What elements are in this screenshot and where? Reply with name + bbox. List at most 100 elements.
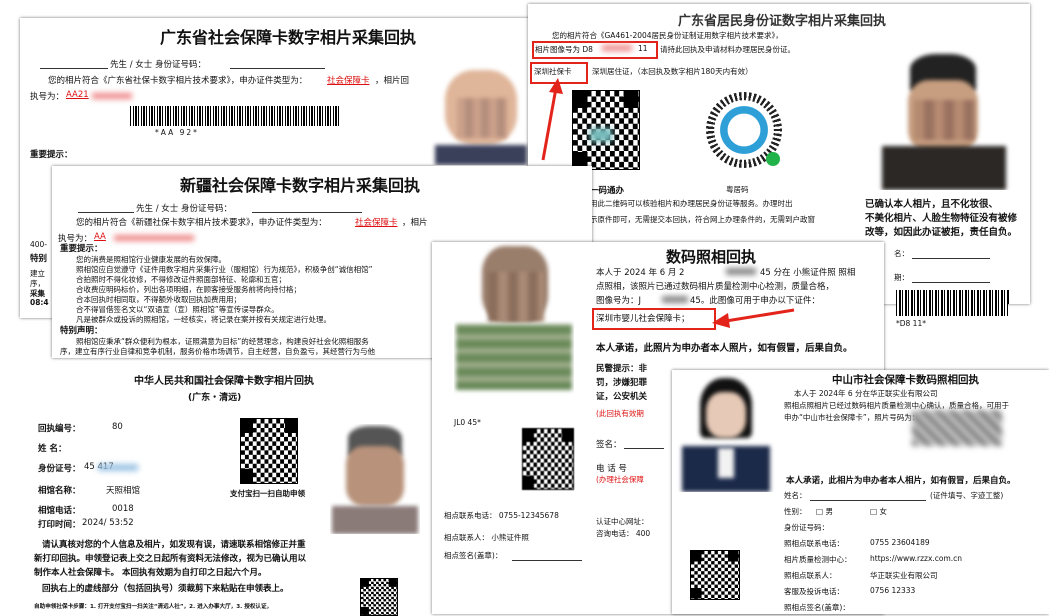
id-line xyxy=(252,212,362,213)
zs-row-label-0: 照相点联系电话： xyxy=(784,539,844,548)
qingyuan-notice2: 新打印回执。申领登记表上交之日起所有资料无法修改，视为已确认用以 xyxy=(34,554,307,564)
resident-social-card: 深圳社保卡 xyxy=(534,67,572,76)
xinjiang-card-type: 社会保障卡 xyxy=(355,218,398,228)
digital-p1b: 45 分在 小熊证件照 照相 xyxy=(760,268,856,278)
zhongshan-qr[interactable] xyxy=(690,550,740,600)
qingyuan-footer: 自助申领社保卡步骤：1. 打开支付宝扫一扫关注“清远人社”，2. 进入办事大厅，… xyxy=(34,604,273,610)
xinjiang-line2c: ，相片 xyxy=(402,218,428,228)
alipay-qr[interactable] xyxy=(240,418,298,484)
resident-title: 广东省居民身份证数字相片采集回执 xyxy=(678,14,887,29)
zs-row-value-0: 0755 23604189 xyxy=(870,538,930,547)
guangdong-line2c: ，相片回 xyxy=(375,76,410,86)
id-line xyxy=(230,68,325,69)
zs-row-label-2: 照相点联系人： xyxy=(784,571,837,580)
field-value-4: 0018 xyxy=(112,504,134,514)
redacted xyxy=(114,235,194,241)
yue-ju-mini-program-code[interactable] xyxy=(706,92,782,168)
digital-qr[interactable] xyxy=(522,428,574,490)
qingyuan-bottom-qr[interactable] xyxy=(360,578,398,616)
qingyuan-notice1: 请认真核对您的个人信息及相片，如发现有误，请速联系相馆修正并重 xyxy=(42,540,306,550)
resident-line1: 您的相片符合《GA461-2004居民身份证制证用数字相片技术要求》， xyxy=(552,31,783,40)
digital-code: JL0 45* xyxy=(454,418,481,427)
resident-line2c: 请持此回执及申请材料办理居民身份证。 xyxy=(660,45,795,54)
wechat-icon xyxy=(766,152,780,166)
baby-photo xyxy=(425,60,535,165)
guangdong-important: 重要提示： xyxy=(30,150,73,160)
name-line xyxy=(40,68,108,69)
xinjiang-important: 重要提示： xyxy=(60,244,103,254)
annotation-arrow-up xyxy=(541,78,563,161)
xinjiang-tip-7: 凡是被群众或投诉的照相馆，一经核实，将记录在案并按有关规定进行处理。 xyxy=(76,315,331,324)
qingyuan-notice3: 制作本人社会保障卡。 本回执有效期为自打印之日起六个月。 xyxy=(34,568,267,578)
resident-para2: 示原件即可，无需提交本回执，符合网上办理条件的，无需到户政窗 xyxy=(590,215,815,224)
redacted xyxy=(98,464,138,471)
redacted xyxy=(662,296,688,303)
field-value-3: 天照相馆 xyxy=(106,486,141,496)
sign-line xyxy=(624,448,664,449)
field-label-5: 打印时间： xyxy=(38,520,81,530)
zhongshan-name-label: 姓名： xyxy=(784,491,807,500)
resident-warn2: 不美化相片、人脸生物特征没有被修 xyxy=(865,213,1018,224)
zhongshan-receipt: 中山市社会保障卡数码照相回执 本人于 2024年 6 分在华正联实业有限公司 照… xyxy=(672,370,1049,614)
digital-sign: 签名： xyxy=(596,440,622,450)
hint2: 罚，涉嫌犯罪 xyxy=(596,378,648,388)
zhongshan-gender-label: 性别： xyxy=(784,507,807,516)
resident-image-number: 相片图像号为 D8 xyxy=(535,45,593,54)
hint3: 证，公安机关 xyxy=(596,392,648,402)
guangdong-card-type: 社会保障卡 xyxy=(327,76,370,86)
gender-male-checkbox[interactable]: □ 男 xyxy=(816,506,833,517)
guangdong-barcode-text: *AA 92* xyxy=(155,128,199,137)
qr1-label: 一码通办 xyxy=(590,186,625,196)
woman-photo xyxy=(676,374,776,492)
digital-p1a: 本人于 2024 年 6 月 2 xyxy=(596,268,685,278)
stamp-line xyxy=(512,560,582,561)
field-label-0: 回执编号： xyxy=(38,424,81,434)
elderly-man-photo-2 xyxy=(454,242,574,412)
gender-female-checkbox[interactable]: □ 女 xyxy=(870,506,887,517)
man-photo xyxy=(330,424,420,534)
qingyuan-subtitle: (广东・清远) xyxy=(188,393,242,403)
zs-row-label-4: 照相点签名(盖章)： xyxy=(784,603,850,612)
zs-row-label-3: 客服及投诉电话： xyxy=(784,587,844,596)
resident-warn1: 已确认本人相片，且不化妆很、 xyxy=(865,199,999,210)
elderly-man-photo xyxy=(874,50,1014,190)
qr2-label: 粤居码 xyxy=(726,185,749,194)
zhongshan-name-hint: (证件填号、字迹工整) xyxy=(930,491,1004,500)
field-label-4: 相馆电话： xyxy=(38,506,81,516)
zhongshan-p3: 申办“中山市社会保障卡”，照片号码为： xyxy=(784,413,920,422)
qingyuan-qr-label: 支付宝扫一扫自助申领 xyxy=(230,489,305,498)
xinjiang-special: 特别声明： xyxy=(60,326,103,336)
resident-image-suffix: 11 xyxy=(638,44,648,53)
signature-line xyxy=(912,258,990,259)
stamp-label: 相点签名(盖章)： xyxy=(444,551,503,560)
annotation-arrow-left xyxy=(712,308,795,328)
date-line xyxy=(912,282,990,283)
digital-promise: 本人承诺，此照片为申办者本人照片，如有假冒，后果自负。 xyxy=(596,343,853,354)
zs-row-value-3: 0756 12333 xyxy=(870,586,916,595)
qingyuan-title: 中华人民共和国社会保障卡数字相片回执 xyxy=(134,376,314,387)
name-line xyxy=(78,212,134,213)
digital-phone-note: (办理社会保障 xyxy=(596,475,644,484)
redacted xyxy=(726,268,756,275)
zhongshan-id-label: 身份证号码： xyxy=(784,523,829,532)
digital-p2: 点照相，该照片已通过数码相片质量检测中心检测，质量合格， xyxy=(596,282,835,292)
resident-barcode-bottom xyxy=(896,290,1008,316)
zhongshan-name-line xyxy=(810,500,926,501)
guangdong-line2a: 您的相片符合《广东省社保卡数字相片技术要求》，申办证件类型为： xyxy=(48,76,308,86)
hint1: 民警提示：非 xyxy=(596,364,648,374)
xinjiang-receipt-number: AA xyxy=(94,232,106,242)
signature-label: 名： xyxy=(894,249,909,258)
zhongshan-title: 中山市社会保障卡数码照相回执 xyxy=(832,374,979,386)
side-a: 400- xyxy=(30,240,48,249)
redacted xyxy=(602,45,632,51)
field-label-1: 姓 名： xyxy=(38,444,67,454)
zhongshan-p1: 本人于 2024年 6 分在华正联实业有限公司 xyxy=(794,389,938,398)
zhongshan-promise: 本人承诺，此相片为申办者本人相片，如有假冒，后果自负。 xyxy=(786,476,1016,486)
redacted xyxy=(912,410,1002,446)
hint4: (此回执有效期 xyxy=(596,409,644,418)
xinjiang-line1: 先生 / 女士 身份证号码： xyxy=(136,204,232,214)
zs-row-value-2: 华正联实业有限公司 xyxy=(870,571,938,580)
field-value-5: 2024/ 53:52 xyxy=(82,518,134,528)
contact-phone: 相点联系电话： 0755-12345678 xyxy=(444,511,559,520)
verify2: 咨询电话： 400 xyxy=(596,529,651,538)
